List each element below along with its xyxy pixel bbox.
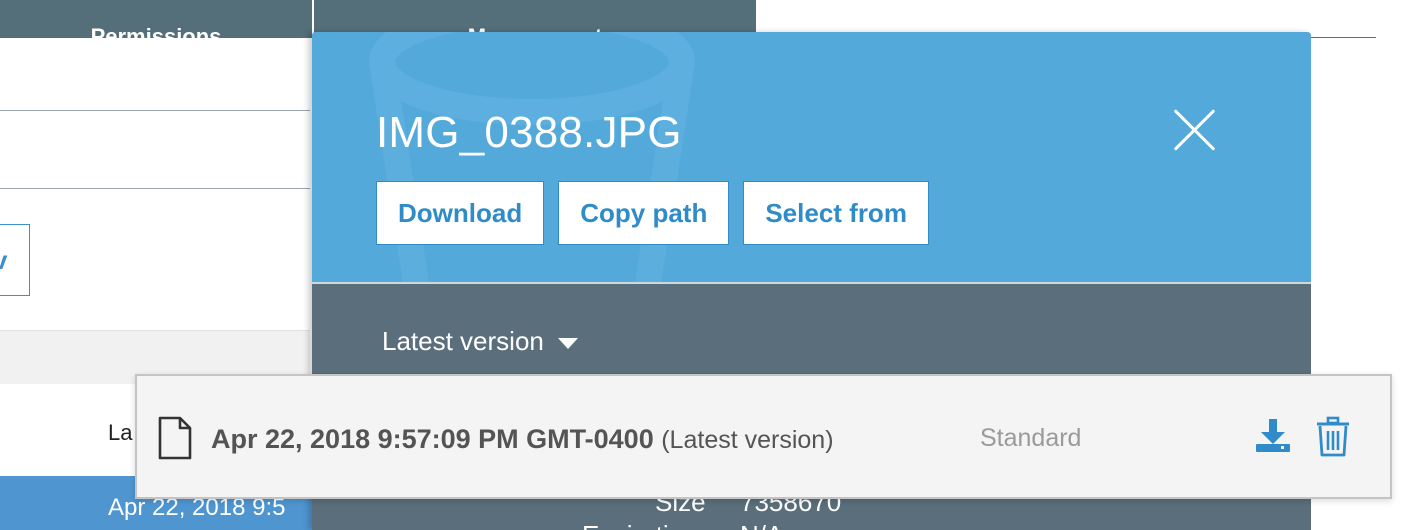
trash-icon[interactable] — [1315, 416, 1351, 458]
bg-divider — [0, 110, 310, 111]
expiration-value: N/A — [740, 520, 783, 530]
bg-table-header-text: La — [108, 420, 133, 445]
bg-partial-button-label: v — [0, 245, 7, 276]
bg-divider — [0, 188, 310, 189]
copy-path-button[interactable]: Copy path — [558, 181, 730, 245]
select-from-button[interactable]: Select from — [743, 181, 929, 245]
bg-partial-button[interactable]: v — [0, 224, 30, 296]
panel-actions: Download Copy path Select from — [376, 181, 929, 245]
close-icon[interactable] — [1172, 108, 1216, 152]
panel-title: IMG_0388.JPG — [376, 108, 682, 157]
panel-header: IMG_0388.JPG Download Copy path Select f… — [312, 32, 1311, 282]
version-date-text: Apr 22, 2018 9:57:09 PM GMT-0400 — [211, 424, 654, 454]
panel-divider — [312, 282, 1311, 284]
caret-down-icon — [557, 337, 578, 349]
download-icon[interactable] — [1253, 416, 1293, 456]
version-select-label: Latest version — [382, 326, 544, 356]
version-date: Apr 22, 2018 9:57:09 PM GMT-0400 (Latest… — [211, 424, 834, 455]
tab-permissions-label: Permissions — [90, 24, 222, 38]
expiration-label: Expiration — [582, 520, 698, 530]
screen: Permissions Management v La Apr 22, 2018… — [0, 0, 1406, 530]
file-icon — [158, 416, 192, 460]
version-dropdown-item[interactable]: Apr 22, 2018 9:57:09 PM GMT-0400 (Latest… — [135, 374, 1392, 499]
download-button[interactable]: Download — [376, 181, 545, 245]
storage-class: Standard — [980, 424, 1082, 452]
version-note: (Latest version) — [661, 426, 834, 454]
tab-permissions[interactable]: Permissions — [0, 0, 314, 38]
version-select[interactable]: Latest version — [382, 326, 578, 357]
